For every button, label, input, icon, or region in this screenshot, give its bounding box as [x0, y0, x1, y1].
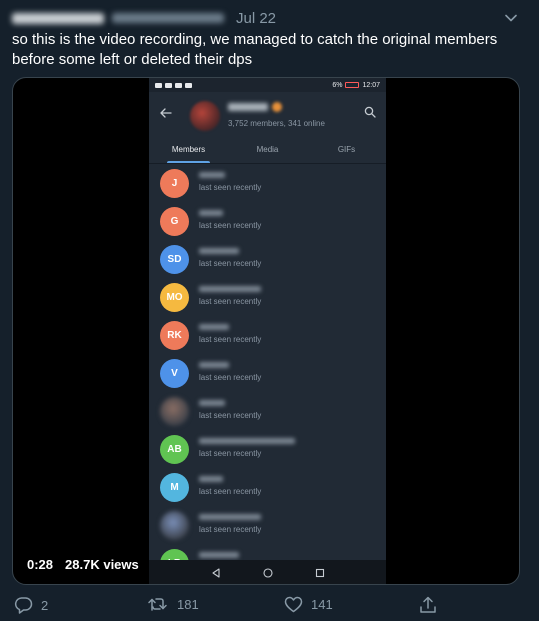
tweet-header: Jul 22	[12, 9, 527, 27]
share-button[interactable]	[419, 596, 437, 614]
member-avatar: MO	[160, 283, 189, 312]
member-name	[199, 438, 295, 444]
group-emoji-icon	[272, 102, 282, 112]
alarm-icon	[185, 82, 192, 88]
member-last-seen: last seen recently	[199, 221, 262, 230]
member-row[interactable]: SD last seen recently	[149, 240, 386, 278]
wifi-icon	[175, 82, 182, 88]
member-row[interactable]: Jlast seen recently	[149, 164, 386, 202]
tweet-date[interactable]: Jul 22	[236, 10, 276, 27]
tweet-text: so this is the video recording, we manag…	[12, 31, 498, 68]
member-name	[199, 248, 239, 254]
member-name	[199, 324, 229, 330]
member-last-seen: last seen recently	[199, 487, 262, 496]
member-name	[199, 362, 229, 368]
battery-percent: 6%	[332, 81, 343, 89]
member-row[interactable]: last seen recently	[149, 506, 386, 544]
member-row[interactable]: Mlast seen recently	[149, 468, 386, 506]
member-name	[199, 172, 225, 178]
member-row[interactable]: Glast seen recently	[149, 202, 386, 240]
member-avatar: SD	[160, 245, 189, 274]
retweet-icon	[148, 598, 167, 611]
retweet-count: 181	[177, 596, 199, 612]
search-icon[interactable]	[364, 106, 376, 118]
member-avatar	[160, 511, 189, 540]
member-row[interactable]: last seen recently	[149, 392, 386, 430]
recents-square-icon[interactable]	[315, 568, 325, 578]
members-tabs: Members Media GIFs	[149, 134, 386, 164]
like-count: 141	[311, 597, 333, 612]
video-views: 28.7K views	[65, 557, 139, 572]
retweet-button[interactable]: 181	[147, 596, 199, 612]
group-title	[228, 103, 268, 111]
back-triangle-icon[interactable]	[211, 568, 221, 578]
tab-gifs[interactable]: GIFs	[307, 134, 386, 163]
video-overlay: 0:28 28.7K views	[27, 557, 139, 572]
group-avatar[interactable]	[190, 101, 220, 131]
reply-count: 2	[41, 597, 49, 613]
tab-members[interactable]: Members	[149, 134, 228, 163]
member-last-seen: last seen recently	[199, 525, 262, 534]
reply-button[interactable]: 2	[14, 596, 48, 614]
heart-icon	[284, 596, 303, 613]
phone-status-bar: 6% 12:07	[149, 78, 386, 92]
tab-media[interactable]: Media	[228, 134, 307, 163]
chevron-down-icon[interactable]	[503, 10, 519, 26]
member-last-seen: last seen recently	[199, 449, 262, 458]
signal-icon	[165, 82, 172, 88]
member-name	[199, 476, 223, 482]
member-avatar: G	[160, 207, 189, 236]
home-circle-icon[interactable]	[262, 568, 273, 578]
member-avatar	[160, 397, 189, 426]
member-last-seen: last seen recently	[199, 335, 262, 344]
member-name	[199, 210, 223, 216]
member-avatar: V	[160, 359, 189, 388]
android-nav-bar	[149, 560, 386, 584]
member-last-seen: last seen recently	[199, 411, 262, 420]
reply-icon	[14, 597, 33, 614]
author-handle[interactable]	[112, 13, 224, 23]
member-last-seen: last seen recently	[199, 297, 262, 306]
sim-icon	[155, 82, 162, 88]
member-name	[199, 552, 239, 558]
group-member-count: 3,752 members, 341 online	[228, 119, 325, 128]
member-avatar: AB	[160, 435, 189, 464]
member-avatar: RK	[160, 321, 189, 350]
member-last-seen: last seen recently	[199, 259, 262, 268]
phone-screen-recording: 6% 12:07 3,752 members, 341 online Membe…	[149, 78, 386, 584]
back-arrow-icon[interactable]	[160, 108, 172, 118]
member-row[interactable]: MO last seen recently	[149, 278, 386, 316]
tweet: Jul 22 so this is the video recording, w…	[0, 0, 539, 621]
member-name	[199, 400, 225, 406]
status-time: 12:07	[362, 81, 380, 89]
author-name[interactable]	[12, 12, 104, 24]
like-button[interactable]: 141	[284, 596, 333, 613]
telegram-app-bar: 3,752 members, 341 online	[149, 92, 386, 134]
video-duration: 0:28	[27, 557, 54, 572]
member-list: Jlast seen recently Glast seen recently SD…	[149, 164, 386, 582]
member-row[interactable]: Vlast seen recently	[149, 354, 386, 392]
member-name	[199, 286, 261, 292]
member-last-seen: last seen recently	[199, 183, 262, 192]
video-player[interactable]: 6% 12:07 3,752 members, 341 online Membe…	[12, 77, 520, 585]
member-avatar: J	[160, 169, 189, 198]
member-avatar: M	[160, 473, 189, 502]
member-name	[199, 514, 261, 520]
member-last-seen: last seen recently	[199, 373, 262, 382]
battery-icon	[345, 82, 360, 88]
share-icon	[420, 596, 436, 613]
member-row[interactable]: AB last seen recently	[149, 430, 386, 468]
member-row[interactable]: RK last seen recently	[149, 316, 386, 354]
